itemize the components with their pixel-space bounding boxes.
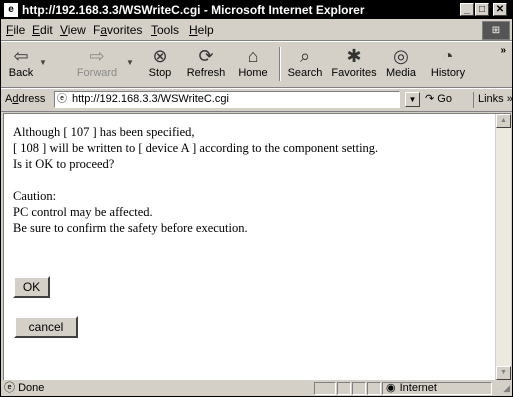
address-input[interactable]: ⓔ http://192.168.3.3/WSWriteC.cgi [54,91,400,108]
globe-icon: ◉ [386,382,396,394]
favorites-icon: ✱ [346,46,362,66]
forward-dropdown-icon[interactable]: ▼ [126,58,134,67]
close-button[interactable]: ✕ [493,3,507,16]
status-pane [314,382,336,395]
caution-line: PC control may be affected. [13,205,153,219]
ok-button[interactable]: OK [13,276,50,298]
ie-page-icon: e [4,3,18,17]
status-pane [367,382,381,395]
status-label: Done [18,382,45,394]
menu-bar: File Edit View Favorites Tools Help ⊞ [1,20,512,41]
scroll-up-icon[interactable]: ▲ [496,114,511,128]
home-icon: ⌂ [247,46,259,66]
search-button[interactable]: ⌕ Search [285,45,325,85]
refresh-button-label: Refresh [186,67,226,79]
address-dropdown-icon[interactable]: ▼ [405,92,420,107]
favorites-button-label: Favorites [331,67,377,79]
media-button[interactable]: ◎ Media [383,45,419,85]
menu-favorites[interactable]: Favorites [93,23,142,37]
title-bar: e http://192.168.3.3/WSWriteC.cgi - Micr… [1,1,512,19]
history-icon: ◔ [442,46,454,66]
history-button[interactable]: ◔ History [427,45,469,85]
forward-button-label: Forward [76,67,118,79]
go-arrow-icon: ↷ [425,93,435,105]
toolbar: ⇦ Back ▼ ⇨ Forward ▼ ⊗ Stop ⟳ Refresh ⌂ … [1,41,512,88]
favorites-button[interactable]: ✱ Favorites [329,45,379,85]
zone-label: Internet [399,382,437,394]
back-button[interactable]: ⇦ Back [5,45,37,85]
status-bar: ⓔ Done ◉ Internet ◢ [1,381,512,396]
forward-arrow-icon: ⇨ [89,46,105,66]
address-bar: Address ⓔ http://192.168.3.3/WSWriteC.cg… [1,88,512,112]
confirmation-message: Although [ 107 ] has been specified, [ 1… [13,124,493,236]
page-content: Although [ 107 ] has been specified, [ 1… [3,113,511,380]
back-arrow-icon: ⇦ [13,46,29,66]
message-line: [ 108 ] will be written to [ device A ] … [13,141,379,155]
caution-line: Be sure to confirm the safety before exe… [13,221,248,235]
links-button[interactable]: Links » [473,92,512,108]
caution-heading: Caution: [13,189,57,203]
stop-icon: ⊗ [152,46,168,66]
toolbar-separator [279,47,281,81]
home-button-label: Home [238,67,268,79]
search-button-label: Search [287,67,323,79]
ie-page-icon: ⓔ [4,382,15,394]
minimize-button[interactable]: _ [460,3,474,16]
menu-help[interactable]: Help [189,23,214,37]
menu-edit[interactable]: Edit [32,23,53,37]
home-button[interactable]: ⌂ Home [235,45,271,85]
media-icon: ◎ [393,46,409,66]
address-url: http://192.168.3.3/WSWriteC.cgi [72,93,229,105]
refresh-icon: ⟳ [198,46,214,66]
stop-button[interactable]: ⊗ Stop [144,45,176,85]
address-label: Address [5,93,46,105]
back-button-label: Back [8,67,34,79]
status-pane [352,382,366,395]
menu-view[interactable]: View [60,23,86,37]
windows-logo-icon: ⊞ [482,21,510,40]
history-button-label: History [430,67,466,79]
status-pane [337,382,351,395]
go-button-label: Go [437,93,452,105]
message-line: Although [ 107 ] has been specified, [13,125,195,139]
stop-button-label: Stop [148,67,172,79]
window-title: http://192.168.3.3/WSWriteC.cgi - Micros… [22,3,365,17]
maximize-button[interactable]: □ [475,3,489,16]
go-button[interactable]: ↷ Go [425,93,452,106]
back-dropdown-icon[interactable]: ▼ [39,58,47,67]
scroll-down-icon[interactable]: ▼ [496,366,511,380]
cancel-button[interactable]: cancel [14,316,78,338]
ie-page-icon: ⓔ [57,94,67,105]
toolbar-more-chevron[interactable]: » [500,45,506,56]
resize-grip-icon[interactable]: ◢ [503,383,510,394]
menu-tools[interactable]: Tools [151,23,179,37]
forward-button[interactable]: ⇨ Forward [75,45,119,85]
browser-window: e http://192.168.3.3/WSWriteC.cgi - Micr… [0,0,513,397]
search-icon: ⌕ [299,46,311,66]
status-text: ⓔ Done [4,382,304,395]
vertical-scrollbar[interactable]: ▲ ▼ [495,114,511,380]
refresh-button[interactable]: ⟳ Refresh [184,45,228,85]
media-button-label: Media [386,67,416,79]
security-zone: ◉ Internet [382,382,492,395]
message-line: Is it OK to proceed? [13,157,115,171]
menu-file[interactable]: File [6,23,25,37]
